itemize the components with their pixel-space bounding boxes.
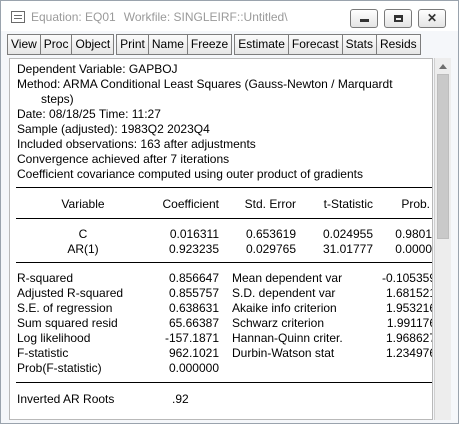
minimize-button[interactable] — [350, 9, 378, 28]
resids-button[interactable]: Resids — [375, 34, 421, 55]
stat-value: 1.991176 — [386, 316, 433, 330]
header-coefficient: Coefficient — [162, 197, 219, 211]
equation-window: Equation: EQ01 Workfile: SINGLEIRF::Untit… — [0, 0, 459, 424]
stat-value: 1.953216 — [385, 301, 433, 315]
dependent-variable: Dependent Variable: GAPBOJ — [17, 62, 178, 76]
coef-value: 0.923235 — [168, 242, 219, 256]
toolbar: View Proc Object Print Name Freeze Estim… — [7, 34, 421, 55]
name-button[interactable]: Name — [147, 34, 188, 55]
covariance-line: Coefficient covariance computed using ou… — [17, 167, 363, 181]
coef-t-stat: 31.01777 — [322, 242, 373, 256]
stat-value: 1.681521 — [385, 286, 433, 300]
freeze-button[interactable]: Freeze — [186, 34, 233, 55]
ar-roots-value: .92 — [172, 392, 189, 406]
stats-bottom-rule — [16, 382, 432, 383]
stat-value: 0.000000 — [168, 361, 219, 375]
stats-button[interactable]: Stats — [341, 34, 377, 55]
proc-button[interactable]: Proc — [39, 34, 73, 55]
table-top-rule — [16, 187, 432, 188]
stat-label: R-squared — [17, 271, 74, 285]
stat-label: Akaike info criterion — [232, 301, 337, 315]
stat-value: 0.638631 — [168, 301, 219, 315]
maximize-icon — [393, 15, 403, 22]
sample-line: Sample (adjusted): 1983Q2 2023Q4 — [17, 122, 210, 136]
header-prob: Prob. — [401, 197, 430, 211]
table-mid-rule — [16, 262, 432, 263]
equation-title: Equation: EQ01 — [31, 10, 116, 24]
stat-label: Schwarz criterion — [232, 316, 325, 330]
coef-value: 0.016311 — [169, 227, 219, 241]
stat-value: 1.968627 — [385, 331, 433, 345]
title-bar[interactable]: Equation: EQ01 Workfile: SINGLEIRF::Untit… — [1, 1, 458, 31]
scrollbar-thumb[interactable] — [437, 74, 449, 239]
stat-label: Adjusted R-squared — [17, 286, 124, 300]
coef-prob: 0.9801 — [395, 227, 432, 241]
stat-value: -157.1871 — [164, 331, 219, 345]
stat-value: 65.66387 — [168, 316, 219, 330]
stat-label: Prob(F-statistic) — [17, 361, 102, 375]
close-icon: ✕ — [426, 11, 438, 25]
object-button[interactable]: Object — [71, 34, 115, 55]
vertical-scrollbar[interactable] — [434, 58, 451, 420]
header-t-statistic: t-Statistic — [323, 197, 373, 211]
stat-value: 962.1021 — [168, 346, 219, 360]
estimation-output: Dependent Variable: GAPBOJ Method: ARMA … — [9, 58, 433, 420]
workfile-title: Workfile: SINGLEIRF::Untitled\ — [123, 10, 288, 24]
minimize-icon — [359, 19, 369, 22]
scroll-up-arrow-icon[interactable] — [439, 64, 447, 69]
observations-line: Included observations: 163 after adjustm… — [17, 137, 256, 151]
coef-prob: 0.0000 — [395, 242, 432, 256]
stat-label: Hannan-Quinn criter. — [232, 331, 343, 345]
maximize-button[interactable] — [384, 9, 412, 28]
convergence-line: Convergence achieved after 7 iterations — [17, 152, 230, 166]
stat-value: 0.855757 — [168, 286, 219, 300]
view-button[interactable]: View — [7, 34, 41, 55]
header-variable: Variable — [61, 197, 105, 211]
coef-variable: AR(1) — [67, 242, 99, 256]
stat-label: Sum squared resid — [17, 316, 118, 330]
print-button[interactable]: Print — [116, 34, 149, 55]
window-title: Equation: EQ01 Workfile: SINGLEIRF::Untit… — [31, 10, 288, 24]
method-continued: steps) — [41, 92, 74, 106]
coef-t-stat: 0.024955 — [322, 227, 373, 241]
estimate-button[interactable]: Estimate — [234, 34, 289, 55]
stat-value: -0.105359 — [381, 271, 433, 285]
window-menu-icon[interactable] — [11, 11, 25, 23]
stat-value: 1.234976 — [385, 346, 433, 360]
stat-label: S.E. of regression — [17, 301, 113, 315]
stat-label: Durbin-Watson stat — [232, 346, 335, 360]
stat-label: Log likelihood — [17, 331, 91, 345]
stat-label: S.D. dependent var — [232, 286, 336, 300]
stat-value: 0.856647 — [168, 271, 219, 285]
close-button[interactable]: ✕ — [418, 9, 446, 28]
forecast-button[interactable]: Forecast — [287, 34, 343, 55]
stat-label: F-statistic — [17, 346, 69, 360]
ar-roots-label: Inverted AR Roots — [17, 392, 115, 406]
method-line: Method: ARMA Conditional Least Squares (… — [17, 77, 393, 91]
table-header-rule — [16, 218, 432, 219]
date-time: Date: 08/18/25 Time: 11:27 — [17, 107, 161, 121]
stat-label: Mean dependent var — [232, 271, 343, 285]
coef-variable: C — [78, 227, 88, 241]
